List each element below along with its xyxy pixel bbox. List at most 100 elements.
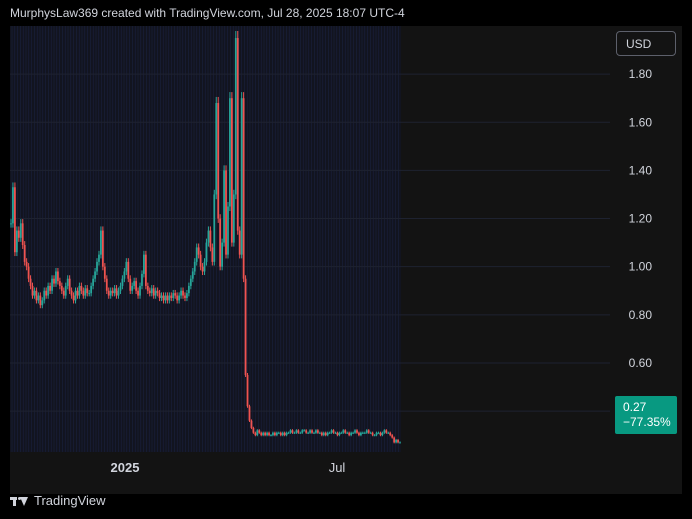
- candle-body: [186, 293, 188, 298]
- candle-body: [389, 432, 392, 436]
- candle-body: [187, 285, 190, 294]
- candle-body: [139, 285, 141, 296]
- candle-body: [41, 300, 44, 306]
- candle-body: [367, 430, 370, 433]
- candle-body: [103, 266, 106, 279]
- candle-body: [209, 230, 212, 248]
- candle-body: [17, 230, 20, 238]
- candle-body: [119, 285, 122, 291]
- candle-body: [320, 432, 323, 436]
- candle-body: [260, 432, 263, 436]
- candle-body: [236, 38, 239, 231]
- candle-body: [293, 432, 296, 434]
- candle-body: [358, 432, 360, 436]
- candle-body: [213, 194, 216, 262]
- candle-body: [315, 430, 317, 433]
- candle-body: [318, 432, 321, 434]
- candle-body: [168, 295, 171, 301]
- y-tick-label: 1.80: [629, 67, 653, 81]
- candle-body: [352, 432, 354, 434]
- tradingview-branding[interactable]: TradingView: [10, 493, 106, 508]
- candle-body: [258, 430, 261, 433]
- candle-body: [109, 290, 112, 296]
- candle-body: [371, 432, 374, 436]
- candle-body: [197, 247, 200, 255]
- candle-body: [150, 288, 153, 294]
- candle-body: [191, 271, 194, 279]
- y-tick-label: 1.40: [629, 163, 653, 177]
- candle-body: [64, 285, 67, 296]
- candle-body: [180, 290, 182, 296]
- candle-body: [361, 432, 364, 434]
- candle-body: [105, 278, 108, 291]
- candle-body: [137, 290, 139, 296]
- candle-body: [301, 430, 304, 433]
- candle-body: [203, 261, 206, 272]
- candle-body: [12, 187, 14, 224]
- candle-body: [82, 290, 85, 296]
- candle-body: [256, 430, 259, 436]
- candle-body: [80, 285, 83, 291]
- candle-body: [15, 230, 18, 253]
- candle-body: [221, 242, 224, 267]
- candle-body: [307, 432, 310, 434]
- x-tick-label: Jul: [329, 460, 346, 475]
- candle-body: [74, 290, 77, 301]
- candle-body: [107, 290, 110, 296]
- candle-body: [377, 432, 380, 434]
- candle-body: [164, 295, 167, 301]
- candle-body: [170, 295, 173, 298]
- candle-body: [232, 194, 235, 243]
- candle-body: [78, 285, 81, 296]
- candle-body: [340, 432, 343, 434]
- x-tick-label: 2025: [111, 460, 140, 475]
- y-tick-label: 1.20: [629, 212, 653, 226]
- candle-body: [189, 278, 192, 286]
- candle-body: [363, 432, 366, 434]
- candle-body: [29, 278, 32, 286]
- candle-body: [311, 430, 313, 433]
- candle-body: [395, 439, 397, 443]
- candle-body: [143, 254, 145, 274]
- candle-body: [10, 223, 12, 225]
- candle-body: [27, 266, 30, 279]
- candle-body: [146, 285, 149, 291]
- candle-body: [166, 295, 169, 301]
- currency-button[interactable]: USD: [616, 31, 676, 56]
- candle-body: [246, 374, 249, 407]
- candle-body: [174, 293, 177, 296]
- candle-body: [305, 430, 308, 433]
- chart-panel[interactable]: 0.400.600.801.001.201.401.601.802025Jul: [10, 26, 682, 494]
- candle-body: [19, 223, 22, 238]
- candle-body: [21, 223, 24, 246]
- candle-body: [369, 432, 372, 434]
- candle-body: [133, 281, 136, 286]
- candle-body: [98, 254, 100, 262]
- candle-body: [338, 432, 341, 436]
- candle-body: [219, 218, 222, 267]
- candle-body: [66, 278, 69, 286]
- candle-body: [201, 266, 204, 272]
- candle-body: [342, 430, 345, 433]
- candle-body: [365, 430, 368, 433]
- candle-body: [242, 98, 245, 279]
- candle-body: [45, 290, 48, 296]
- candle-body: [115, 288, 118, 296]
- candle-body: [217, 103, 220, 219]
- candle-body: [385, 430, 388, 433]
- candle-body: [279, 432, 282, 436]
- candle-body: [23, 245, 26, 262]
- candle-body: [100, 230, 102, 255]
- candle-body: [252, 427, 255, 433]
- candle-body: [60, 285, 63, 291]
- y-tick-label: 0.60: [629, 356, 653, 370]
- candle-body: [121, 278, 124, 286]
- candle-body: [39, 295, 42, 306]
- candle-body: [33, 290, 36, 296]
- candle-body: [289, 430, 292, 433]
- tradingview-logo-icon: [10, 495, 28, 507]
- price-chart[interactable]: 0.400.600.801.001.201.401.601.802025Jul: [10, 26, 682, 494]
- candle-body: [205, 242, 208, 262]
- candle-body: [270, 435, 272, 437]
- candle-body: [156, 290, 159, 294]
